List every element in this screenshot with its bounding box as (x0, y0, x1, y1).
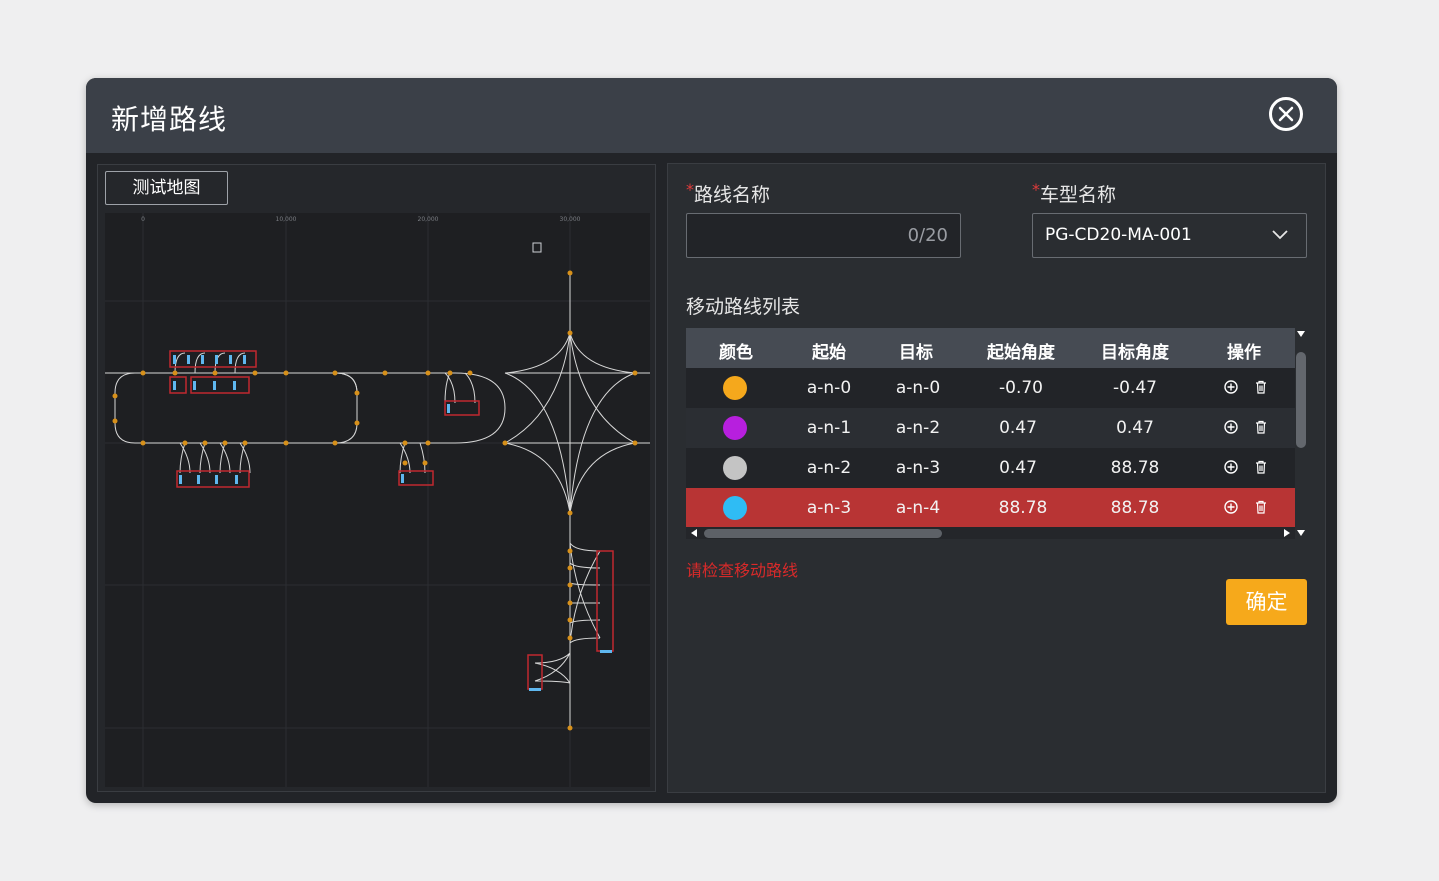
col-start: 起始 (812, 343, 846, 363)
map-drawing: 0 10,000 20,000 30,000 (105, 213, 650, 787)
axis-tick-2: 20,000 (418, 216, 439, 223)
route-color-dot (723, 376, 747, 400)
close-icon (1278, 106, 1294, 122)
cell-start-angle: -0.70 (999, 378, 1043, 398)
cell-target-angle: -0.47 (1113, 378, 1157, 398)
add-route-dialog: 新增路线 测试地图 0 10,000 20,000 30,000 *路线名称 0… (86, 78, 1337, 803)
table-horizontal-scrollbar[interactable] (686, 527, 1295, 539)
cell-start: a-n-3 (806, 498, 852, 518)
vehicle-type-select[interactable]: PG-CD20-MA-001 (1032, 213, 1307, 258)
plus-circle-icon[interactable] (1223, 419, 1239, 435)
plus-circle-icon[interactable] (1223, 499, 1239, 515)
route-color-dot (723, 496, 747, 520)
route-name-label: *路线名称 (686, 180, 770, 207)
route-validation-error: 请检查移动路线 (686, 561, 799, 580)
col-target-angle: 目标角度 (1101, 343, 1169, 363)
map-panel: 测试地图 0 10,000 20,000 30,000 (97, 164, 656, 792)
chevron-down-icon (1272, 230, 1288, 240)
plus-circle-icon[interactable] (1223, 379, 1239, 395)
vehicle-type-label: *车型名称 (1032, 180, 1116, 207)
route-name-char-count: 0/20 (907, 225, 948, 246)
required-mark: * (686, 180, 694, 199)
vertical-scroll-thumb[interactable] (1296, 352, 1306, 448)
table-row[interactable]: a-n-2 a-n-3 0.47 88.78 (686, 448, 1295, 488)
plus-circle-icon[interactable] (1223, 459, 1239, 475)
cell-start-angle: 0.47 (999, 458, 1037, 478)
cell-target: a-n-2 (895, 418, 941, 438)
scroll-up-arrow-icon[interactable] (1297, 330, 1305, 338)
cell-start-angle: 88.78 (998, 498, 1048, 518)
dialog-title: 新增路线 (111, 103, 228, 136)
route-list-title: 移动路线列表 (686, 296, 801, 318)
trash-icon[interactable] (1253, 459, 1269, 475)
table-header: 颜色 起始 目标 起始角度 目标角度 操作 (686, 328, 1295, 368)
vehicle-type-value: PG-CD20-MA-001 (1045, 225, 1192, 245)
axis-tick-1: 10,000 (276, 216, 297, 223)
cell-target: a-n-0 (895, 378, 941, 398)
route-color-dot (723, 416, 747, 440)
scroll-left-arrow-icon[interactable] (690, 529, 698, 537)
cell-start: a-n-0 (806, 378, 852, 398)
horizontal-scroll-thumb[interactable] (704, 529, 942, 538)
axis-tick-0: 0 (141, 216, 145, 223)
col-actions: 操作 (1227, 343, 1261, 363)
col-start-angle: 起始角度 (987, 343, 1055, 363)
route-form-panel: *路线名称 0/20 *车型名称 PG-CD20-MA-001 移动路线列表 颜… (667, 163, 1326, 793)
close-button[interactable] (1269, 97, 1303, 131)
scroll-right-arrow-icon[interactable] (1283, 529, 1291, 537)
scroll-down-arrow-icon[interactable] (1297, 529, 1305, 537)
cell-target-angle: 88.78 (1110, 498, 1160, 518)
axis-tick-3: 30,000 (560, 216, 581, 223)
route-table: 颜色 起始 目标 起始角度 目标角度 操作 a-n-0 a-n-0 -0.70 … (686, 328, 1307, 539)
map-name-tag[interactable]: 测试地图 (105, 171, 228, 205)
trash-icon[interactable] (1253, 499, 1269, 515)
route-name-input[interactable] (687, 214, 899, 259)
col-color: 颜色 (719, 343, 753, 363)
route-name-label-text: 路线名称 (694, 184, 771, 206)
trash-icon[interactable] (1253, 419, 1269, 435)
cell-start: a-n-1 (806, 418, 852, 438)
cell-start-angle: 0.47 (999, 418, 1037, 438)
table-vertical-scrollbar[interactable] (1295, 328, 1307, 539)
cell-target-angle: 0.47 (1116, 418, 1154, 438)
table-row-selected[interactable]: a-n-3 a-n-4 88.78 88.78 (686, 488, 1295, 528)
col-target: 目标 (899, 343, 933, 363)
cell-target: a-n-4 (895, 498, 941, 518)
vehicle-type-label-text: 车型名称 (1040, 184, 1117, 206)
table-row[interactable]: a-n-0 a-n-0 -0.70 -0.47 (686, 368, 1295, 408)
dialog-header: 新增路线 (86, 78, 1337, 153)
route-name-field[interactable]: 0/20 (686, 213, 961, 259)
cell-target-angle: 88.78 (1110, 458, 1160, 478)
route-color-dot (723, 456, 747, 480)
required-mark: * (1032, 180, 1040, 199)
table-row[interactable]: a-n-1 a-n-2 0.47 0.47 (686, 408, 1295, 448)
map-canvas[interactable]: 0 10,000 20,000 30,000 (105, 213, 650, 787)
map-reset-icon (532, 242, 542, 253)
confirm-button[interactable]: 确定 (1226, 579, 1307, 625)
cell-target: a-n-3 (895, 458, 941, 478)
trash-icon[interactable] (1253, 379, 1269, 395)
cell-start: a-n-2 (806, 458, 852, 478)
